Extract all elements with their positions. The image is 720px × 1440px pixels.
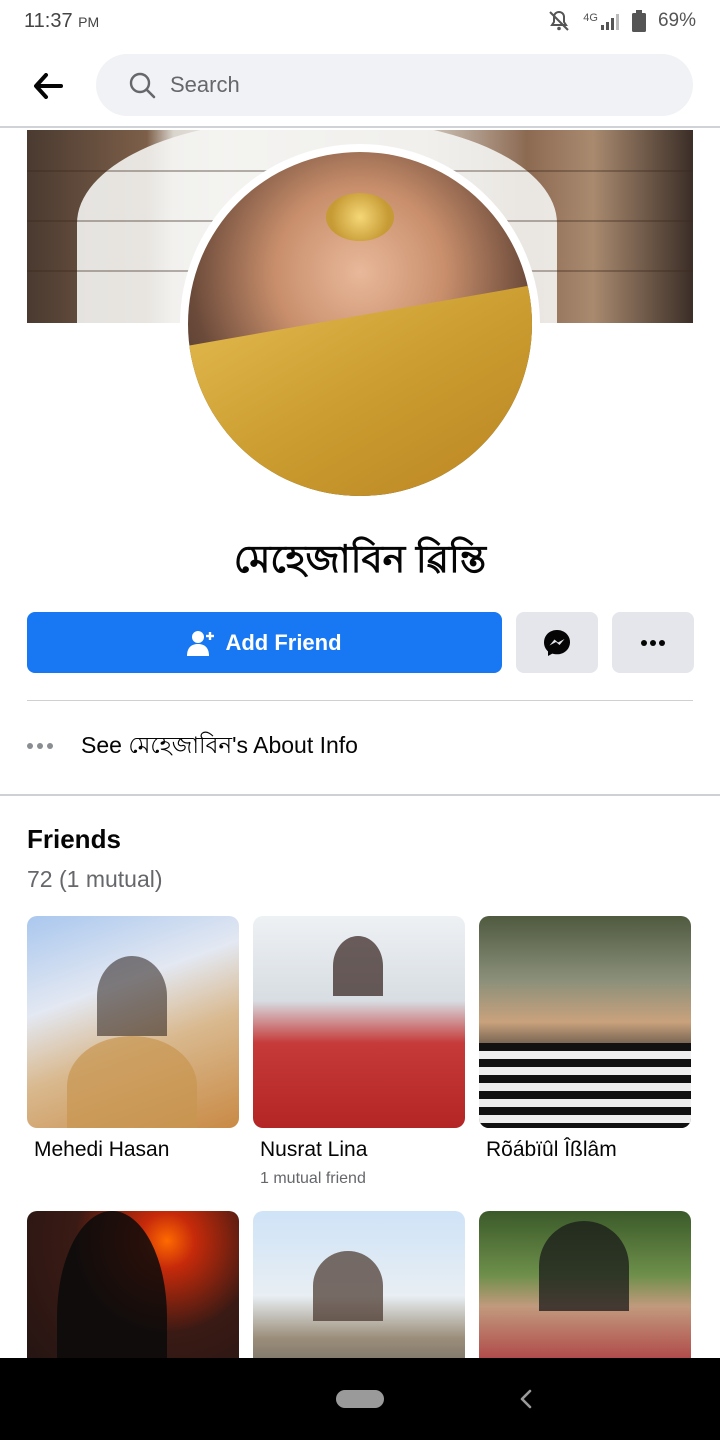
profile-picture-image (188, 152, 532, 496)
messenger-icon (544, 629, 570, 656)
friend-name[interactable]: Nusrat Lina (253, 1138, 465, 1162)
profile-picture[interactable] (180, 144, 540, 504)
status-time-ampm: PM (78, 14, 100, 30)
add-friend-button[interactable]: Add Friend (27, 612, 502, 673)
battery-level: 69% (657, 10, 696, 31)
friend-figure (333, 936, 383, 996)
system-nav-bar (0, 1358, 720, 1440)
ellipsis-icon (27, 743, 61, 749)
friend-photo[interactable] (253, 916, 465, 1128)
friend-photo[interactable] (27, 916, 239, 1128)
friend-card[interactable]: Nusrat Lina 1 mutual friend (253, 916, 465, 1188)
status-time: 11:37 PM (24, 10, 99, 33)
friend-figure (539, 1221, 629, 1311)
more-options-button[interactable] (612, 612, 694, 673)
search-icon (129, 72, 156, 99)
more-dots-icon (641, 639, 665, 646)
profile-veil (188, 282, 532, 496)
status-icons: 4G 69% (547, 9, 696, 33)
system-back-icon[interactable] (518, 1388, 534, 1410)
search-placeholder: Search (170, 72, 240, 97)
add-person-icon (187, 630, 215, 656)
divider (27, 700, 693, 701)
back-button[interactable] (26, 66, 70, 106)
profile-jewel (325, 193, 395, 242)
friend-name[interactable]: Mehedi Hasan (27, 1138, 239, 1162)
battery-icon (631, 10, 646, 32)
about-info-text: See মেহেজাবিন's About Info (81, 731, 358, 758)
message-button[interactable] (516, 612, 598, 673)
mutual-friends-text: 1 mutual friend (260, 1170, 366, 1187)
friend-shirt (479, 1043, 691, 1128)
friend-card[interactable]: Mehedi Hasan (27, 916, 239, 1162)
friend-photo[interactable] (479, 916, 691, 1128)
search-input[interactable]: Search (96, 54, 693, 116)
about-info-link[interactable]: See মেহেজাবিন's About Info (27, 718, 693, 774)
network-type: 4G (583, 12, 598, 24)
add-friend-label: Add Friend (225, 629, 342, 655)
profile-name: মেহেজাবিন ৱিন্তি (233, 539, 487, 581)
friend-name[interactable]: Rõábïûl Îßlâm (479, 1138, 691, 1162)
friend-figure (67, 1036, 197, 1128)
signal-icon: 4G (583, 12, 620, 30)
section-divider (0, 794, 720, 796)
friend-card[interactable]: Rõábïûl Îßlâm (479, 916, 691, 1162)
friends-count: 72 (1 mutual) (27, 866, 163, 892)
back-arrow-icon (34, 73, 63, 99)
status-time-value: 11:37 (24, 10, 73, 32)
top-nav: Search (0, 44, 720, 128)
friend-figure (313, 1251, 383, 1321)
mute-bell-icon (547, 9, 571, 33)
friends-title: Friends (27, 824, 121, 854)
home-button[interactable] (336, 1390, 384, 1408)
status-bar: 11:37 PM 4G 69% (0, 0, 720, 44)
friend-figure (97, 956, 167, 1036)
